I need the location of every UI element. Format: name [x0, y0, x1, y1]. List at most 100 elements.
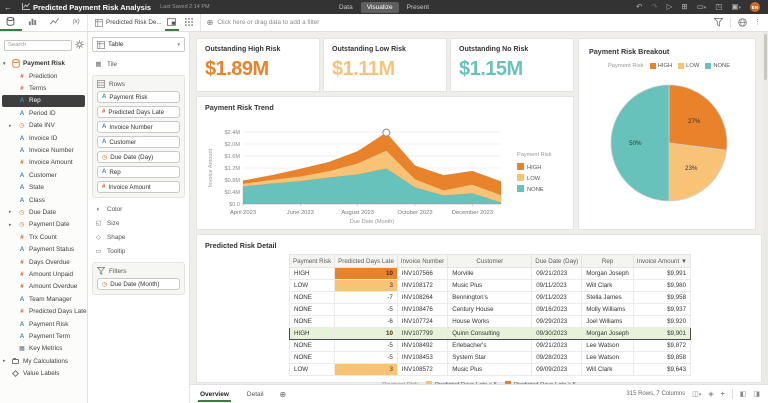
search-input[interactable] — [4, 40, 72, 51]
expand-caret-icon[interactable]: ▸ — [9, 222, 12, 228]
field-invoice-number[interactable]: AInvoice Number — [0, 144, 87, 156]
preview-icon[interactable]: ▷ — [667, 3, 673, 11]
canvas-tab-detail[interactable]: Detail — [245, 387, 266, 402]
canvas-view-icon[interactable] — [165, 14, 179, 31]
notebook-icon[interactable]: ⊞ — [681, 3, 687, 11]
undo-icon[interactable]: ↶ — [636, 3, 642, 11]
table-row[interactable]: NONE-6INV107724House Works09/29/2023Joel… — [290, 316, 691, 328]
col-header-invoice-number[interactable]: Invoice Number — [397, 255, 447, 268]
nav-data[interactable]: Data — [333, 2, 359, 13]
data-quality-icon[interactable]: ◈ — [708, 391, 713, 398]
col-header-predicted-days-late[interactable]: Predicted Days Late — [335, 255, 398, 268]
comments-icon[interactable]: ▭▾ — [697, 3, 707, 11]
trend-chart[interactable]: $0.0$0.4M$0.8M$1.2M$1.6M$2.0M$2.4MApril … — [205, 112, 571, 232]
pill-due-date-day-[interactable]: ◷Due Date (Day) — [97, 151, 180, 163]
field-class[interactable]: AClass — [0, 194, 87, 206]
field-payment-term[interactable]: APayment Term — [0, 330, 87, 342]
field-rep[interactable]: ARep — [2, 95, 85, 107]
data-pane-tab[interactable] — [0, 14, 22, 31]
field-invoice-amount[interactable]: #Invoice Amount — [0, 157, 87, 169]
grid-view-icon[interactable] — [182, 14, 196, 31]
filter-drop-zone[interactable]: ⊕ Click here or drag data to add a filte… — [201, 14, 707, 31]
canvas-scrollbar[interactable] — [763, 32, 768, 384]
pie-chart[interactable]: 27%23%50% — [589, 71, 749, 211]
pill-customer[interactable]: ACustomer — [97, 136, 180, 148]
col-header-rep[interactable]: Rep — [582, 255, 634, 268]
field-prediction[interactable]: #Prediction — [0, 70, 87, 82]
prop-size[interactable]: ◱Size — [92, 216, 185, 230]
field-period-id[interactable]: APeriod ID — [0, 107, 87, 119]
field-amount-overdue[interactable]: #Amount Overdue — [0, 281, 87, 293]
trend-chart-card[interactable]: Payment Risk Trend $0.0$0.4M$0.8M$1.2M$1… — [196, 96, 574, 230]
field-amount-unpaid[interactable]: #Amount Unpaid — [0, 268, 87, 280]
right-panel-toggle-icon[interactable]: ◨ — [753, 391, 760, 398]
col-header-payment-risk[interactable]: Payment Risk — [290, 255, 335, 268]
col-header-customer[interactable]: Customer — [448, 255, 532, 268]
field-invoice-id[interactable]: AInvoice ID — [0, 132, 87, 144]
pill-invoice-number[interactable]: AInvoice Number — [97, 121, 180, 133]
pill-rep[interactable]: ARep — [97, 166, 180, 178]
field-trx-count[interactable]: #Trx Count — [0, 231, 87, 243]
table-row[interactable]: NONE-5INV108476Century House09/16/2023Mo… — [290, 304, 691, 316]
field-predicted-days-late[interactable]: #Predicted Days Late — [0, 305, 87, 317]
expand-caret-icon[interactable]: ▸ — [3, 358, 6, 364]
pill-predicted-days-late[interactable]: #Predicted Days Late — [97, 106, 180, 118]
rows-shelf[interactable]: Rows APayment Risk#Predicted Days LateAI… — [92, 75, 185, 198]
col-header-invoice-amount[interactable]: Invoice Amount ▼ — [633, 255, 690, 268]
data-settings-gear-icon[interactable] — [75, 36, 84, 54]
collapse-caret-icon[interactable]: ▾ — [3, 61, 6, 67]
filters-shelf[interactable]: Filters ◷Due Date (Month) — [92, 262, 185, 295]
table-row[interactable]: HIGH10INV107566Morville09/21/2023Morgan … — [290, 268, 691, 280]
back-icon[interactable]: ← — [0, 3, 16, 12]
table-row[interactable]: LOW3INV108172Music Plus09/11/2023Will Cl… — [290, 280, 691, 292]
canvas-sheet-tab[interactable]: Predicted Risk De... — [88, 14, 201, 31]
prop-shape[interactable]: ◇Shape — [92, 230, 185, 244]
pie-chart-card[interactable]: Payment Risk Breakout Payment RiskHIGHLO… — [578, 38, 756, 230]
table-row[interactable]: LOW3INV108572Music Plus09/09/2023Will Cl… — [290, 364, 691, 376]
field-payment-date[interactable]: ▸◷Payment Date — [0, 219, 87, 231]
left-panel-toggle-icon[interactable]: ◧ — [740, 391, 747, 398]
functions-pane-tab[interactable]: (x) — [65, 14, 87, 31]
field-payment-risk[interactable]: APayment Risk — [0, 318, 87, 330]
visualizations-pane-tab[interactable] — [22, 14, 44, 31]
field-team-manager[interactable]: ATeam Manager — [0, 293, 87, 305]
kpi-card-2[interactable]: Outstanding Low Risk$1.11M — [323, 38, 447, 92]
canvas-tab-overview[interactable]: Overview — [198, 387, 231, 402]
field-payment-status[interactable]: APayment Status — [0, 243, 87, 255]
export-icon[interactable]: ◳ — [715, 3, 722, 11]
viz-type-select[interactable]: Table ▾ — [92, 37, 185, 52]
pill-due-date-month-[interactable]: ◷Due Date (Month) — [97, 278, 180, 290]
field-key-metrics[interactable]: ▦Key Metrics — [0, 343, 87, 355]
redo-icon[interactable]: ↷ — [651, 3, 657, 11]
field-days-overdue[interactable]: #Days Overdue — [0, 256, 87, 268]
pill-invoice-amount[interactable]: #Invoice Amount — [97, 181, 180, 193]
globe-icon[interactable] — [738, 14, 747, 32]
detail-table-card[interactable]: Predicted Risk Detail Payment RiskPredic… — [196, 234, 762, 383]
auto-insights-icon[interactable]: + — [721, 391, 725, 398]
tile-target[interactable]: ▦ Tile — [92, 57, 185, 71]
field-customer[interactable]: ACustomer — [0, 169, 87, 181]
table-row[interactable]: NONE-7INV108264Bennington's09/11/2023Ste… — [290, 292, 691, 304]
save-icon[interactable]: ▣▾ — [731, 3, 741, 11]
avatar[interactable]: EN — [750, 2, 760, 12]
item-value-labels[interactable]: Value Labels — [0, 367, 87, 379]
expand-caret-icon[interactable]: ▸ — [9, 209, 12, 215]
prop-tooltip[interactable]: ▭Tooltip — [92, 244, 185, 258]
nav-present[interactable]: Present — [401, 2, 435, 13]
item-my-calculations[interactable]: ▸My Calculations — [0, 355, 87, 367]
field-terms[interactable]: #Terms — [0, 82, 87, 94]
col-header-due-date-day-[interactable]: Due Date (Day) — [532, 255, 582, 268]
expand-caret-icon[interactable]: ▸ — [9, 123, 12, 129]
prop-color[interactable]: ◐Color — [92, 202, 185, 216]
dataset-root[interactable]: ▾Payment Risk — [0, 57, 87, 70]
more-menu-icon[interactable]: ⋮ — [754, 19, 761, 26]
nav-visualize[interactable]: Visualize — [361, 2, 399, 13]
pill-payment-risk[interactable]: APayment Risk — [97, 91, 180, 103]
field-date-inv[interactable]: ▸◷Date INV — [0, 120, 87, 132]
analytics-pane-tab[interactable] — [44, 14, 66, 31]
add-canvas-icon[interactable]: ⊕ — [280, 390, 287, 399]
table-row[interactable]: HIGH10INV107799Quinn Consulting09/30/202… — [290, 328, 691, 340]
table-row[interactable]: NONE-5INV108453System Star09/28/2023Lee … — [290, 352, 691, 364]
kpi-card-1[interactable]: Outstanding High Risk$1.89M — [196, 38, 320, 92]
kpi-card-3[interactable]: Outstanding No Risk$1.15M — [450, 38, 574, 92]
